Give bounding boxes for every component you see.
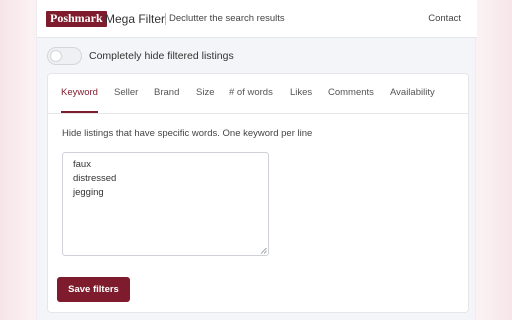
tab-size[interactable]: Size [196, 87, 214, 99]
toggle-knob [50, 50, 62, 62]
tab-availability[interactable]: Availability [390, 87, 435, 99]
hide-filtered-label: Completely hide filtered listings [89, 50, 234, 62]
resize-grip-icon[interactable] [260, 247, 267, 254]
filter-card: Keyword Seller Brand Size # of words Lik… [47, 73, 469, 313]
keyword-instruction: Hide listings that have specific words. … [62, 128, 313, 139]
tab-likes[interactable]: Likes [290, 87, 312, 99]
tab-comments[interactable]: Comments [328, 87, 374, 99]
save-filters-button[interactable]: Save filters [57, 277, 130, 302]
poshmark-logo: Poshmark [46, 11, 107, 27]
tab-word-count[interactable]: # of words [229, 87, 273, 99]
extension-panel: Poshmark Mega Filter Declutter the searc… [36, 0, 477, 320]
header-divider [165, 13, 166, 25]
contact-link[interactable]: Contact [428, 13, 461, 25]
hide-filtered-toggle[interactable] [47, 47, 82, 65]
hide-filtered-row: Completely hide filtered listings [47, 47, 347, 65]
header: Poshmark Mega Filter Declutter the searc… [37, 0, 477, 38]
keyword-line: distressed [73, 173, 117, 184]
tab-seller[interactable]: Seller [114, 87, 138, 99]
tab-brand[interactable]: Brand [154, 87, 179, 99]
tab-keyword[interactable]: Keyword [61, 87, 98, 99]
keyword-line: faux [73, 159, 91, 170]
keyword-textarea[interactable]: faux distressed jegging [62, 152, 269, 256]
keyword-line: jegging [73, 187, 104, 198]
brand-name: Mega Filter [105, 12, 166, 26]
tagline: Declutter the search results [169, 13, 285, 24]
active-tab-indicator [61, 111, 98, 113]
filter-tabs: Keyword Seller Brand Size # of words Lik… [48, 74, 468, 114]
